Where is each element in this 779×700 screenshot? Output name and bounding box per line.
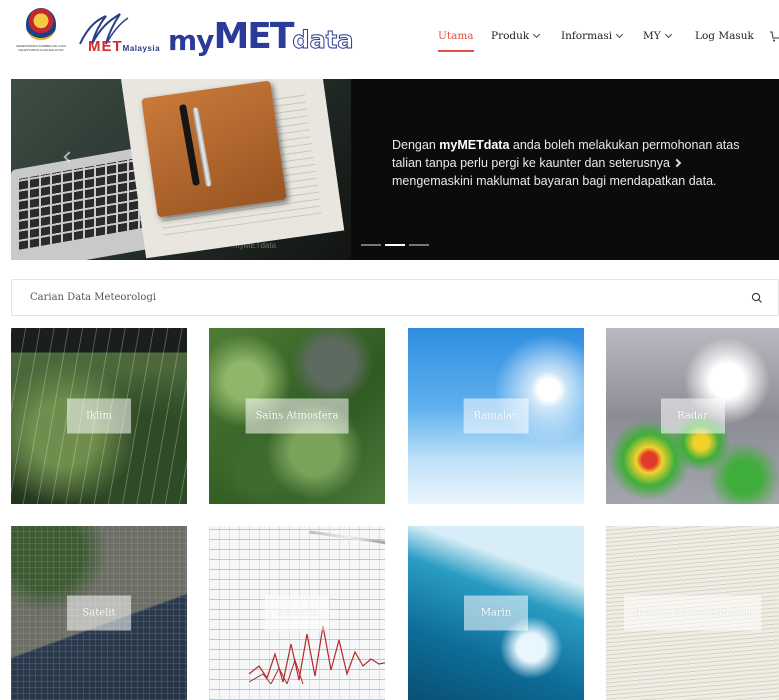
search-icon[interactable] xyxy=(751,292,763,304)
tile-label: Ramalan xyxy=(463,398,529,434)
hero-watermark: myMETdata xyxy=(233,241,277,250)
tile-radar[interactable]: Radar xyxy=(606,328,779,504)
tile-satelit[interactable]: Satelit xyxy=(11,526,187,700)
tile-label: Marin xyxy=(464,595,528,631)
tile-iklim[interactable]: Iklim xyxy=(11,328,187,504)
tile-label: Iklim xyxy=(67,398,131,434)
nav-item-label: MY xyxy=(643,30,661,42)
nav-item-label: Log Masuk xyxy=(695,30,754,42)
carousel-dot-active[interactable] xyxy=(385,244,405,246)
chevron-down-icon xyxy=(616,30,624,39)
search-bar xyxy=(11,279,779,316)
tile-label: Instrumen Meteorologi xyxy=(623,595,762,631)
site-header: KEMENTERIAN SUMBER ASLI DAN KELESTARIAN … xyxy=(0,0,779,72)
tile-label: Satelit xyxy=(67,595,131,631)
notebook-image xyxy=(141,80,287,218)
hero-caption: Dengan myMETdata anda boleh melakukan pe… xyxy=(392,138,740,188)
nav-item-label: Utama xyxy=(438,30,474,42)
tile-label: Radar xyxy=(660,398,725,434)
hero-carousel[interactable]: myMETdata Dengan myMETdata anda boleh me… xyxy=(11,79,779,260)
nav-item-language[interactable]: MY xyxy=(643,30,672,42)
carousel-dot[interactable] xyxy=(361,244,381,246)
tile-seismik[interactable]: Seismik xyxy=(209,526,385,700)
nav-item-log-masuk[interactable]: Log Masuk xyxy=(695,30,754,42)
chevron-down-icon xyxy=(664,30,672,39)
carousel-next-icon[interactable] xyxy=(672,158,682,168)
chevron-down-icon xyxy=(533,30,541,39)
hero-image: myMETdata xyxy=(11,79,351,260)
tile-sains-atmosfera[interactable]: Sains Atmosfera xyxy=(209,328,385,504)
nav-item-label: Informasi xyxy=(561,30,613,42)
nav-item-label: Produk xyxy=(491,30,530,42)
nav-item-utama[interactable]: Utama xyxy=(438,30,474,52)
seismograph-arm-image xyxy=(309,530,385,545)
carousel-indicators xyxy=(361,233,433,251)
tile-instrumen-meteorologi[interactable]: Instrumen Meteorologi xyxy=(606,526,779,700)
carousel-dot[interactable] xyxy=(409,244,429,246)
nav-item-informasi[interactable]: Informasi xyxy=(561,30,624,42)
nav-item-produk[interactable]: Produk xyxy=(491,30,541,42)
tile-label: Sains Atmosfera xyxy=(245,398,349,434)
main-navigation: Utama Produk Informasi MY Log Masuk xyxy=(0,26,779,52)
hero-brand-text: myMETdata xyxy=(439,138,510,152)
cart-icon[interactable] xyxy=(770,30,779,42)
tile-label: Seismik xyxy=(265,595,329,631)
search-input[interactable] xyxy=(30,280,730,315)
tile-ramalan[interactable]: Ramalan xyxy=(408,328,584,504)
tile-marin[interactable]: Marin xyxy=(408,526,584,700)
